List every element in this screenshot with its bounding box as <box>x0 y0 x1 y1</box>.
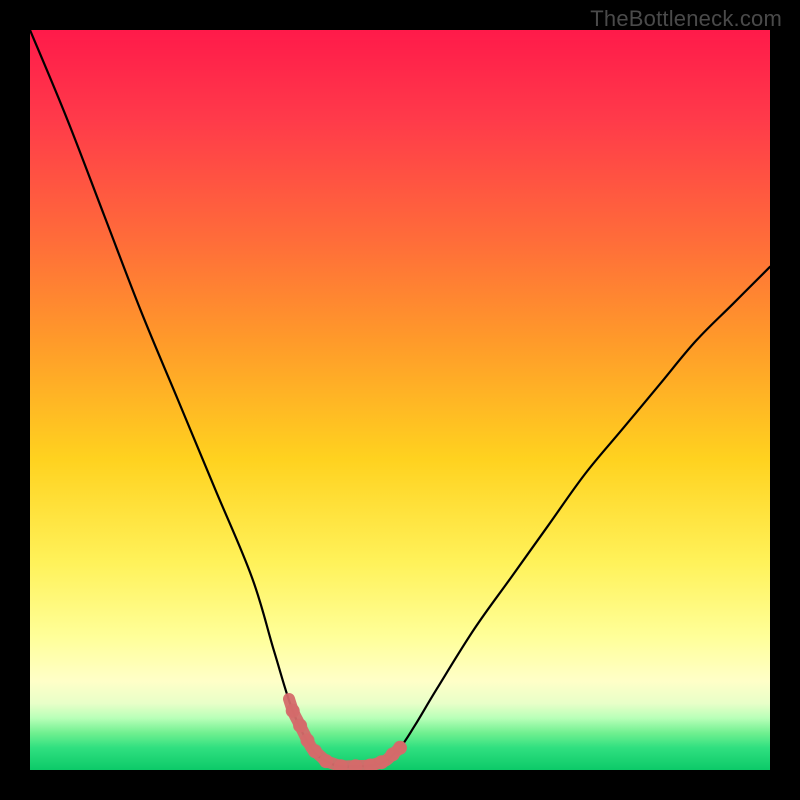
plot-area <box>30 30 770 770</box>
chart-container: TheBottleneck.com <box>0 0 800 800</box>
watermark-text: TheBottleneck.com <box>590 6 782 32</box>
